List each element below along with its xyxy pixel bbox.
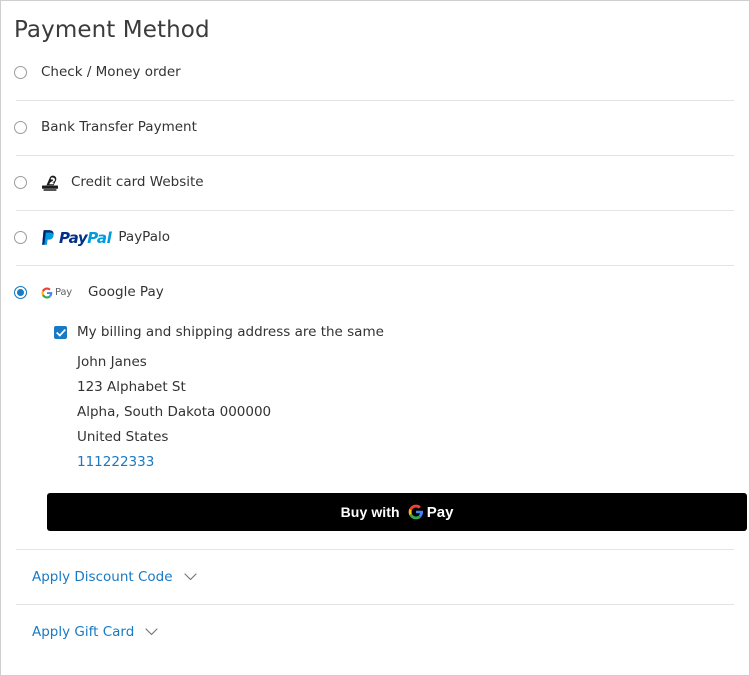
credit-card-imprinter-icon xyxy=(41,174,63,192)
payment-option-check-money-order[interactable]: Check / Money order xyxy=(1,45,749,100)
payment-option-bank-transfer-payment[interactable]: Bank Transfer Payment xyxy=(1,100,749,155)
same-address-checkbox-row[interactable]: My billing and shipping address are the … xyxy=(54,320,749,344)
address-city-state-zip: Alpha, South Dakota 000000 xyxy=(77,404,272,420)
payment-method-card: Payment Method Check / Money order Bank … xyxy=(0,0,750,676)
google-pay-logo: Pay xyxy=(41,287,72,299)
payment-option-label: Check / Money order xyxy=(41,63,181,80)
same-address-checkbox[interactable] xyxy=(54,325,67,339)
google-g-icon xyxy=(408,504,423,520)
chevron-down-icon[interactable] xyxy=(145,627,158,636)
radio-paypalo[interactable] xyxy=(14,231,27,244)
buy-button-container: Buy with Pay xyxy=(47,475,749,531)
page-title: Payment Method xyxy=(14,17,210,43)
radio-credit-card-website[interactable] xyxy=(14,176,27,189)
paypal-wordmark-pal: Pal xyxy=(87,228,112,247)
radio-bank-transfer-payment[interactable] xyxy=(14,121,27,134)
paypal-logo: Pay Pal xyxy=(41,228,112,247)
buy-button-pay-text: Pay xyxy=(426,503,454,521)
payment-option-credit-card-website[interactable]: Credit card Website xyxy=(1,155,749,210)
billing-address: John Janes 123 Alphabet St Alpha, South … xyxy=(54,350,749,475)
apply-gift-card-link[interactable]: Apply Gift Card xyxy=(32,624,134,640)
google-pay-details: My billing and shipping address are the … xyxy=(1,320,749,531)
address-name: John Janes xyxy=(77,354,147,370)
payment-option-paypalo[interactable]: Pay Pal PayPalo xyxy=(1,210,749,265)
chevron-down-icon[interactable] xyxy=(183,572,197,581)
same-address-checkbox-label: My billing and shipping address are the … xyxy=(77,324,384,340)
address-street: 123 Alphabet St xyxy=(77,379,186,395)
buy-with-google-pay-button[interactable]: Buy with Pay xyxy=(47,493,747,531)
radio-check-money-order[interactable] xyxy=(14,66,27,79)
payment-option-label: Credit card Website xyxy=(71,173,204,190)
radio-google-pay[interactable] xyxy=(14,286,27,299)
apply-discount-code-link[interactable]: Apply Discount Code xyxy=(32,569,173,585)
payment-option-label: Google Pay xyxy=(88,283,164,300)
payment-option-label: PayPalo xyxy=(118,228,171,245)
buy-button-text: Buy with xyxy=(340,504,400,520)
apply-discount-code-row[interactable]: Apply Discount Code xyxy=(1,549,749,604)
google-pay-wordmark: Pay xyxy=(55,287,73,298)
apply-gift-card-row[interactable]: Apply Gift Card xyxy=(1,604,749,659)
payment-option-label: Bank Transfer Payment xyxy=(41,118,197,135)
address-phone-link[interactable]: 111222333 xyxy=(77,450,154,475)
payment-option-google-pay[interactable]: Pay Google Pay xyxy=(1,265,749,320)
payment-method-list: Check / Money order Bank Transfer Paymen… xyxy=(1,45,749,320)
address-country: United States xyxy=(77,429,169,445)
paypal-wordmark-pay: Pay xyxy=(59,228,88,247)
